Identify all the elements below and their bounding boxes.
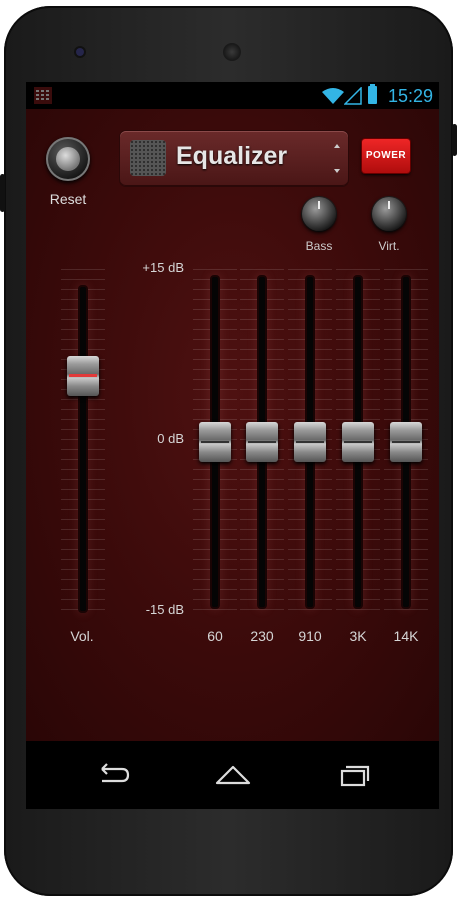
virtualizer-knob-indicator	[388, 201, 390, 209]
clock: 15:29	[388, 86, 434, 106]
scale-tick	[240, 609, 284, 610]
band-slider-3k-thumb-line	[344, 441, 372, 443]
app-title: Equalizer	[176, 142, 288, 170]
band-slider-910-thumb-line	[296, 441, 324, 443]
navigation-bar	[26, 741, 439, 809]
scale-tick	[61, 269, 105, 270]
recent-apps-icon[interactable]	[334, 761, 374, 789]
app-notification-icon	[34, 87, 52, 104]
scale-tick	[193, 609, 237, 610]
scale-bottom-label: -15 dB	[145, 602, 184, 617]
bass-knob[interactable]	[302, 197, 336, 231]
band-label-14k: 14K	[393, 628, 419, 644]
band-slider-60-thumb[interactable]	[199, 422, 231, 462]
reset-knob-icon	[56, 147, 80, 171]
band-label-910: 910	[298, 628, 322, 644]
scale-tick	[193, 269, 237, 270]
scale-middle-label: 0 dB	[157, 431, 184, 446]
bass-label: Bass	[305, 239, 333, 253]
virtualizer-knob[interactable]	[372, 197, 406, 231]
equalizer-app: Reset Equalizer POWER Bass Virt. +15 dB …	[26, 109, 439, 741]
band-slider-3k-thumb[interactable]	[342, 422, 374, 462]
scale-tick	[61, 279, 105, 280]
back-icon[interactable]	[92, 761, 132, 789]
scale-tick	[384, 609, 428, 610]
scale-tick	[288, 609, 332, 610]
battery-icon	[368, 84, 377, 104]
scale-tick	[336, 269, 380, 270]
volume-rocker	[0, 174, 5, 212]
scale-tick	[240, 269, 284, 270]
phone-frame: 15:29 Reset Equalizer POWER Bass Virt. +…	[0, 6, 457, 896]
band-slider-14k-thumb-line	[392, 441, 420, 443]
scale-tick	[288, 269, 332, 270]
band-label-230: 230	[250, 628, 274, 644]
wifi-icon	[322, 88, 344, 104]
band-slider-14k-thumb[interactable]	[390, 422, 422, 462]
band-slider-60-thumb-line	[201, 441, 229, 443]
preset-selector[interactable]: Equalizer	[120, 131, 348, 186]
power-button[interactable]: POWER	[362, 139, 410, 173]
band-slider-910-thumb[interactable]	[294, 422, 326, 462]
scale-top-label: +15 dB	[142, 260, 184, 275]
band-label-60: 60	[207, 628, 223, 644]
band-slider-230-thumb-line	[248, 441, 276, 443]
reset-label: Reset	[49, 191, 87, 207]
virtualizer-label: Virt.	[378, 239, 400, 253]
volume-slider-thumb-line	[69, 374, 97, 377]
preset-up-icon	[334, 144, 340, 148]
status-bar: 15:29	[26, 82, 439, 109]
band-slider-230-thumb[interactable]	[246, 422, 278, 462]
screen: 15:29 Reset Equalizer POWER Bass Virt. +…	[26, 82, 439, 809]
speaker-grille-icon	[130, 140, 166, 176]
volume-slider-thumb[interactable]	[67, 356, 99, 396]
volume-slider-track[interactable]	[80, 287, 86, 611]
scale-tick	[384, 269, 428, 270]
band-label-3k: 3K	[349, 628, 367, 644]
signal-icon	[344, 87, 362, 105]
home-icon[interactable]	[213, 761, 253, 789]
bass-knob-indicator	[318, 201, 320, 209]
preset-down-icon	[334, 169, 340, 173]
reset-button[interactable]	[46, 137, 90, 181]
volume-label: Vol.	[70, 628, 94, 644]
scale-tick	[336, 609, 380, 610]
front-camera	[76, 48, 84, 56]
power-side-button	[452, 124, 457, 156]
earpiece-speaker	[223, 43, 241, 61]
